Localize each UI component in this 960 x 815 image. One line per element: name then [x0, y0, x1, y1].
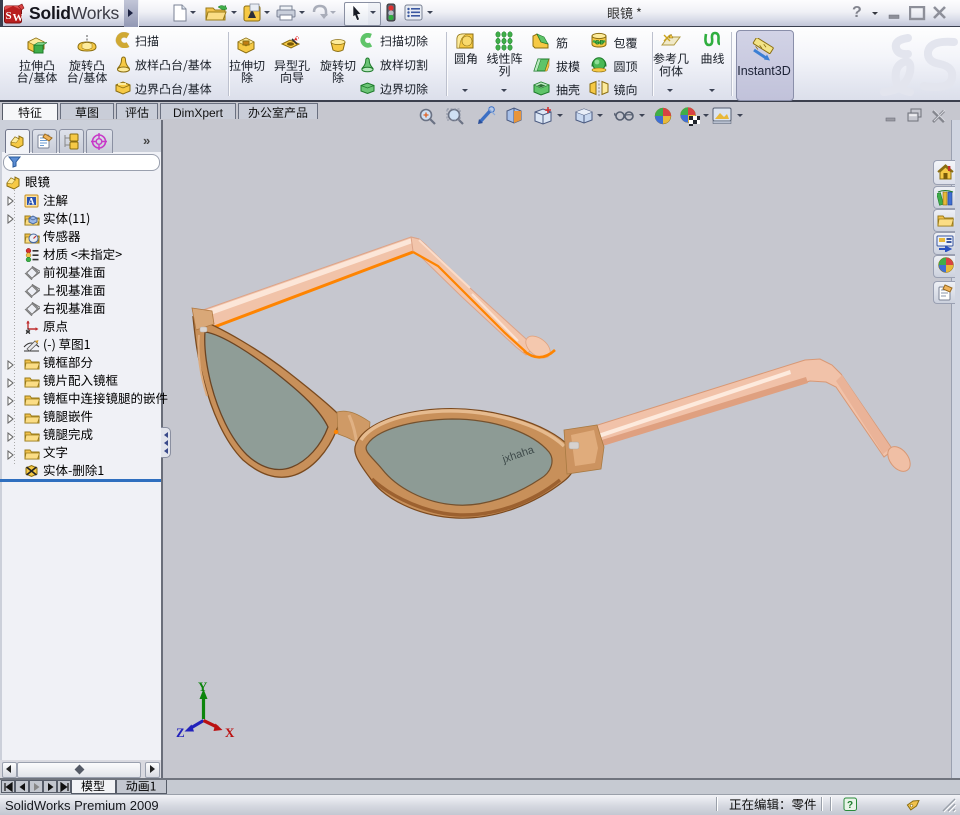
svg-text:S: S — [6, 10, 12, 22]
svg-text:jxhaha: jxhaha — [500, 444, 536, 467]
svg-text:W: W — [13, 12, 24, 24]
svg-text:Z: Z — [176, 725, 185, 740]
svg-text:?: ? — [847, 800, 853, 811]
svg-text:GD: GD — [595, 41, 605, 47]
svg-text:X: X — [225, 725, 235, 740]
svg-text:A: A — [28, 197, 35, 207]
svg-text:Y: Y — [198, 679, 208, 694]
